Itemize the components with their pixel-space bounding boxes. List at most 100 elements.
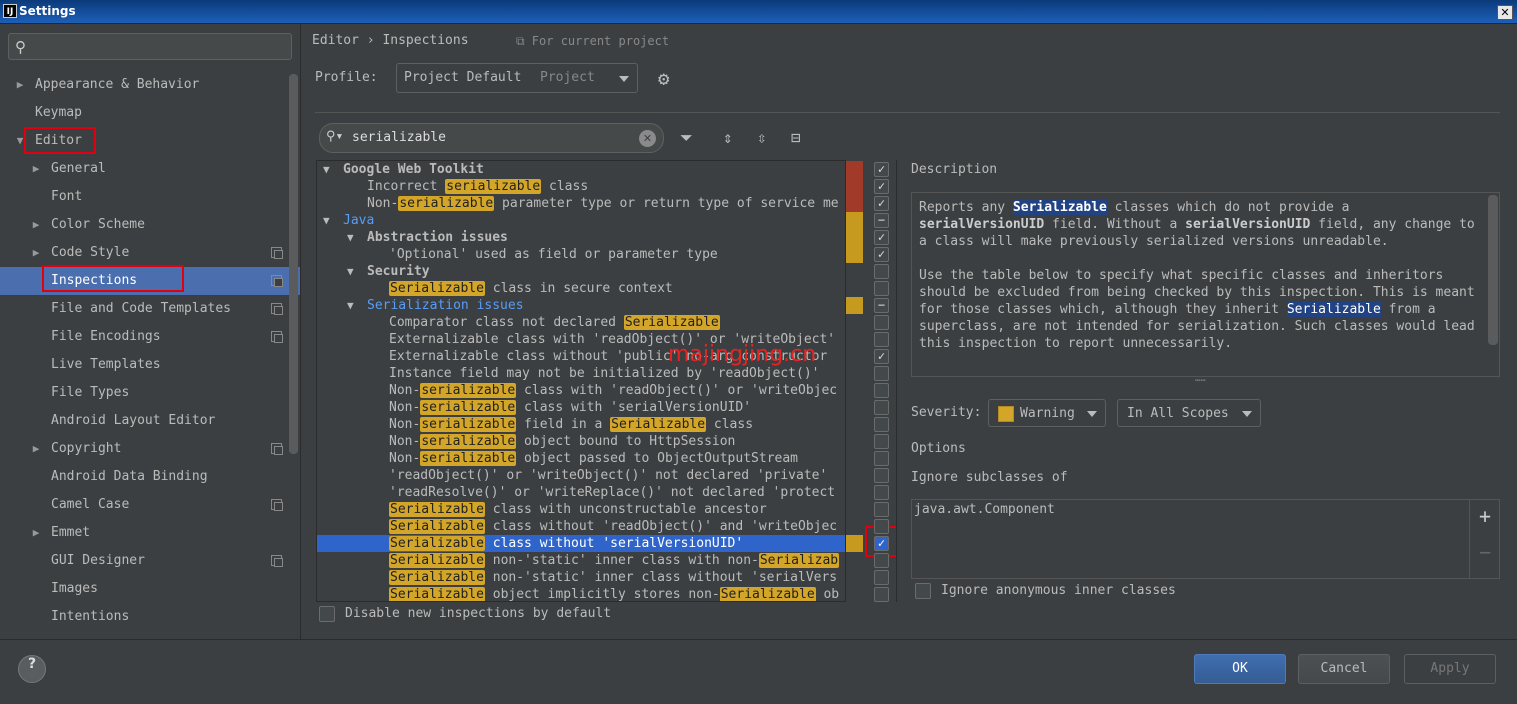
- scope-dropdown[interactable]: In All Scopes: [1117, 399, 1261, 427]
- table-row[interactable]: Serializable class without 'serialVersio…: [317, 535, 845, 552]
- sidebar-item-copyright[interactable]: ▶ Copyright: [0, 435, 300, 463]
- collapse-arrow-icon[interactable]: ▶: [29, 239, 43, 267]
- tree-toggle-icon[interactable]: ▼: [347, 263, 354, 280]
- inspection-enabled-checkbox[interactable]: [874, 332, 889, 347]
- table-row[interactable]: 'readResolve()' or 'writeReplace()' not …: [317, 484, 845, 501]
- table-row[interactable]: Comparator class not declared Serializab…: [317, 314, 845, 331]
- inspection-enabled-checkbox[interactable]: −: [874, 213, 889, 228]
- sidebar-item-font[interactable]: Font: [0, 183, 300, 211]
- table-row[interactable]: 'readObject()' or 'writeObject()' not de…: [317, 467, 845, 484]
- sidebar-item-file-types[interactable]: File Types: [0, 379, 300, 407]
- collapse-arrow-icon[interactable]: ▶: [29, 211, 43, 239]
- checkbox-box[interactable]: [319, 606, 335, 622]
- inspection-enabled-checkbox[interactable]: [874, 400, 889, 415]
- ok-button[interactable]: OK: [1194, 654, 1286, 684]
- profile-dropdown[interactable]: Project Default Project: [396, 63, 638, 93]
- table-row[interactable]: Serializable class in secure context: [317, 280, 845, 297]
- inspection-enabled-checkbox[interactable]: −: [874, 298, 889, 313]
- inspection-enabled-checkbox[interactable]: [874, 315, 889, 330]
- close-window-button[interactable]: ✕: [1497, 5, 1513, 20]
- apply-button[interactable]: Apply: [1404, 654, 1496, 684]
- inspection-enabled-checkbox[interactable]: [874, 434, 889, 449]
- inspection-enabled-checkbox[interactable]: ✓: [874, 162, 889, 177]
- inspection-enabled-checkbox[interactable]: ✓: [874, 536, 889, 551]
- inspection-enabled-checkbox[interactable]: [874, 417, 889, 432]
- inspection-enabled-checkbox[interactable]: [874, 587, 889, 602]
- tree-scrollbar[interactable]: [896, 160, 906, 602]
- expand-all-icon[interactable]: ⇕: [723, 128, 733, 147]
- sidebar-item-appearance-behavior[interactable]: ▶ Appearance & Behavior: [0, 71, 300, 99]
- gear-icon[interactable]: ⚙: [658, 68, 669, 90]
- sidebar-item-android-layout-editor[interactable]: Android Layout Editor: [0, 407, 300, 435]
- tree-toggle-icon[interactable]: ▼: [347, 297, 354, 314]
- table-row[interactable]: Non-serializable parameter type or retur…: [317, 195, 845, 212]
- sidebar-item-keymap[interactable]: Keymap: [0, 99, 300, 127]
- sidebar-item-images[interactable]: Images: [0, 575, 300, 603]
- inspection-enabled-checkbox[interactable]: [874, 468, 889, 483]
- sidebar-item-camel-case[interactable]: Camel Case: [0, 491, 300, 519]
- table-row[interactable]: Non-serializable class with 'readObject(…: [317, 382, 845, 399]
- table-row[interactable]: 'Optional' used as field or parameter ty…: [317, 246, 845, 263]
- table-row[interactable]: ▼ Security: [317, 263, 845, 280]
- ignore-subclasses-list[interactable]: java.awt.Component + −: [911, 499, 1500, 579]
- help-button[interactable]: ?: [18, 655, 46, 683]
- sidebar-item-general[interactable]: ▶ General: [0, 155, 300, 183]
- severity-dropdown[interactable]: Warning: [988, 399, 1106, 427]
- sidebar-item-file-and-code-templates[interactable]: File and Code Templates: [0, 295, 300, 323]
- table-row[interactable]: ▼ Serialization issues: [317, 297, 845, 314]
- inspection-enabled-checkbox[interactable]: [874, 264, 889, 279]
- cancel-button[interactable]: Cancel: [1298, 654, 1390, 684]
- inspection-enabled-checkbox[interactable]: [874, 502, 889, 517]
- collapse-arrow-icon[interactable]: ▶: [29, 435, 43, 463]
- table-row[interactable]: Non-serializable field in a Serializable…: [317, 416, 845, 433]
- inspection-enabled-checkbox[interactable]: [874, 366, 889, 381]
- settings-search-input[interactable]: ⚲: [8, 33, 292, 60]
- list-item[interactable]: java.awt.Component: [914, 502, 1055, 517]
- tree-toggle-icon[interactable]: ▼: [323, 212, 330, 229]
- table-row[interactable]: Serializable class with unconstructable …: [317, 501, 845, 518]
- sidebar-item-color-scheme[interactable]: ▶ Color Scheme: [0, 211, 300, 239]
- inspection-enabled-checkbox[interactable]: [874, 553, 889, 568]
- inspection-enabled-checkbox[interactable]: [874, 281, 889, 296]
- collapse-arrow-icon[interactable]: ▶: [29, 155, 43, 183]
- collapse-arrow-icon[interactable]: ▶: [29, 519, 43, 547]
- table-row[interactable]: Serializable non-'static' inner class wi…: [317, 569, 845, 586]
- inspection-enabled-checkbox[interactable]: [874, 383, 889, 398]
- sidebar-scrollbar[interactable]: [289, 74, 298, 454]
- table-row[interactable]: Incorrect serializable class: [317, 178, 845, 195]
- table-row[interactable]: Serializable class without 'readObject()…: [317, 518, 845, 535]
- table-row[interactable]: ▼ Java: [317, 212, 845, 229]
- clear-search-icon[interactable]: ✕: [639, 130, 656, 147]
- table-row[interactable]: ▼ Google Web Toolkit: [317, 161, 845, 178]
- inspection-search-input[interactable]: ⚲▾ serializable ✕: [319, 123, 664, 153]
- inspection-enabled-checkbox[interactable]: [874, 485, 889, 500]
- collapse-arrow-icon[interactable]: ▶: [13, 71, 27, 99]
- filter-icon[interactable]: ⏷: [680, 128, 693, 148]
- table-row[interactable]: Non-serializable class with 'serialVersi…: [317, 399, 845, 416]
- inspection-enabled-checkbox[interactable]: ✓: [874, 247, 889, 262]
- sidebar-item-intentions[interactable]: Intentions: [0, 603, 300, 631]
- sidebar-item-code-style[interactable]: ▶ Code Style: [0, 239, 300, 267]
- table-row[interactable]: ▼ Abstraction issues: [317, 229, 845, 246]
- inspection-enabled-checkbox[interactable]: ✓: [874, 179, 889, 194]
- sidebar-item-gui-designer[interactable]: GUI Designer: [0, 547, 300, 575]
- sidebar-item-live-templates[interactable]: Live Templates: [0, 351, 300, 379]
- inspection-enabled-checkbox[interactable]: [874, 519, 889, 534]
- tree-toggle-icon[interactable]: ▼: [323, 161, 330, 178]
- table-row[interactable]: Serializable object implicitly stores no…: [317, 586, 845, 601]
- add-icon[interactable]: +: [1479, 504, 1491, 528]
- table-row[interactable]: Instance field may not be initialized by…: [317, 365, 845, 382]
- sidebar-item-android-data-binding[interactable]: Android Data Binding: [0, 463, 300, 491]
- splitter-grip[interactable]: ⋯⋯: [1195, 376, 1206, 386]
- inspection-enabled-checkbox[interactable]: ✓: [874, 349, 889, 364]
- inspection-enabled-checkbox[interactable]: [874, 570, 889, 585]
- collapse-all-icon[interactable]: ⇳: [757, 128, 767, 147]
- description-scrollbar[interactable]: [1488, 195, 1498, 345]
- inspection-enabled-checkbox[interactable]: [874, 451, 889, 466]
- remove-icon[interactable]: −: [1479, 540, 1491, 564]
- sidebar-item-file-encodings[interactable]: File Encodings: [0, 323, 300, 351]
- table-row[interactable]: Non-serializable object bound to HttpSes…: [317, 433, 845, 450]
- sidebar-item-emmet[interactable]: ▶ Emmet: [0, 519, 300, 547]
- table-row[interactable]: Non-serializable object passed to Object…: [317, 450, 845, 467]
- table-row[interactable]: Serializable non-'static' inner class wi…: [317, 552, 845, 569]
